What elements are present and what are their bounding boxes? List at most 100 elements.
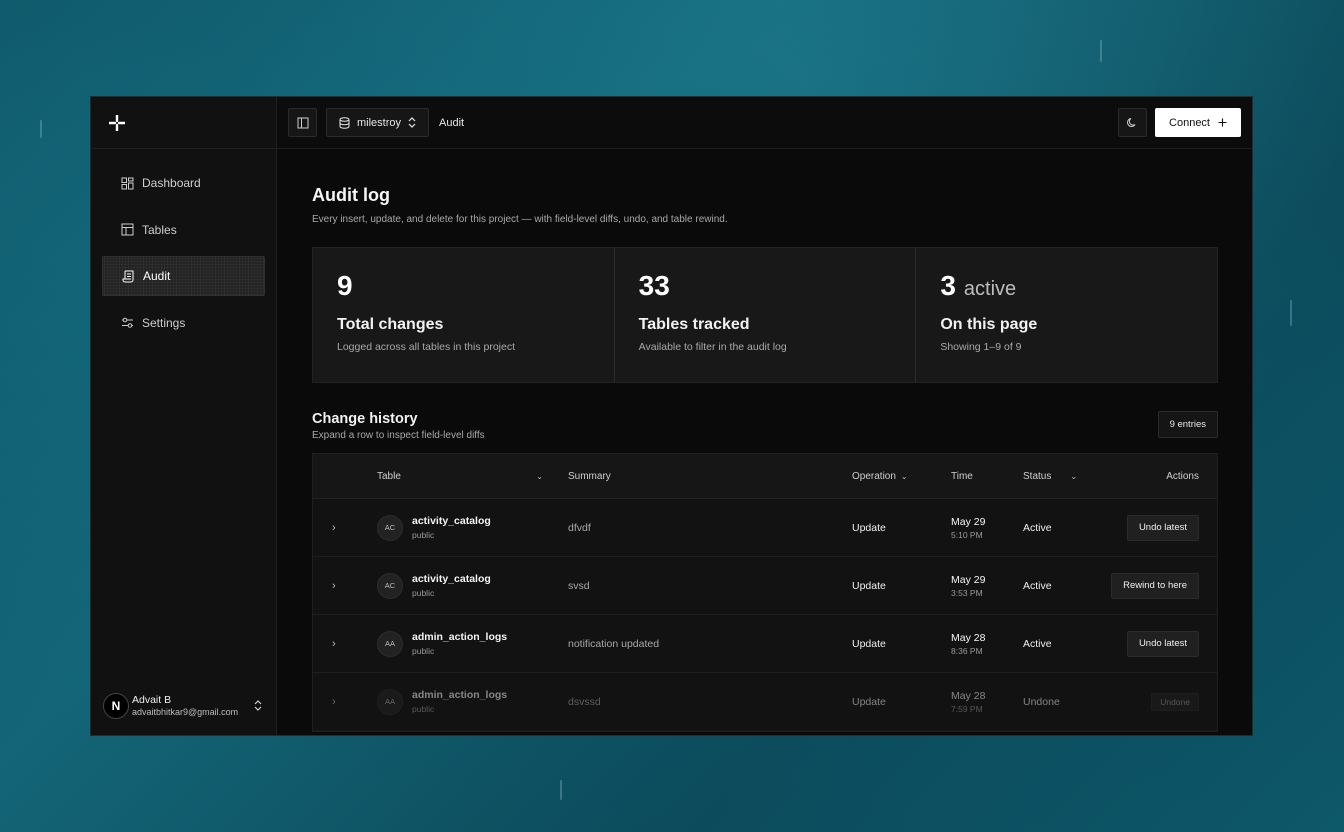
row-actions: Rewind to here — [1093, 572, 1217, 599]
stat-suffix: active — [963, 278, 1017, 300]
row-clock-time: 7:59 PM — [951, 703, 983, 714]
app-logo[interactable] — [91, 97, 276, 149]
sidebar-item-settings[interactable]: Settings — [102, 303, 265, 343]
table-name: activity_catalog — [412, 573, 491, 585]
table-schema: public — [412, 704, 435, 714]
row-summary: notification updated — [568, 637, 660, 650]
theme-toggle-button[interactable] — [1118, 108, 1148, 137]
row-summary: dsvssd — [568, 695, 601, 708]
expand-row-chevron-icon[interactable]: › — [313, 580, 377, 592]
chevron-down-icon: ⌄ — [900, 471, 908, 481]
table-row[interactable]: › AA admin_action_logs public dsvssd Upd… — [313, 673, 1217, 731]
connect-button[interactable]: Connect — [1155, 108, 1241, 137]
toggle-sidebar-button[interactable] — [288, 108, 317, 137]
expand-row-chevron-icon[interactable]: › — [313, 522, 377, 534]
page-title: Audit log — [312, 185, 390, 205]
row-table-cell: AC activity_catalog public — [377, 572, 568, 599]
table-name-block: admin_action_logs public — [412, 631, 507, 656]
stat-description: Available to filter in the audit log — [638, 341, 787, 353]
column-header-operation[interactable]: Operation ⌄ — [852, 471, 951, 482]
history-heading: Change history Expand a row to inspect f… — [312, 411, 485, 441]
database-icon — [339, 116, 350, 129]
sidebar-item-audit[interactable]: Audit — [102, 256, 265, 296]
undone-badge: Undone — [1151, 692, 1199, 711]
row-time: May 28 8:36 PM — [951, 632, 1023, 656]
user-name: Advait B — [132, 694, 172, 707]
expand-row-chevron-icon[interactable]: › — [313, 696, 377, 708]
table-abbr-avatar: AA — [377, 630, 403, 657]
row-time: May 29 3:53 PM — [951, 574, 1023, 598]
entries-count-badge: 9 entries — [1157, 411, 1218, 438]
rewind-to-here-button[interactable]: Rewind to here — [1111, 572, 1199, 599]
table-abbr-avatar: AC — [377, 514, 403, 541]
stat-value: 33 — [638, 270, 670, 301]
row-operation: Update — [852, 637, 886, 650]
undo-latest-button[interactable]: Undo latest — [1126, 514, 1199, 541]
stat-value-row: 33 — [639, 270, 892, 302]
row-clock-time: 8:36 PM — [951, 645, 983, 656]
stat-value-row: 9 — [337, 270, 590, 302]
row-table-cell: AC activity_catalog public — [377, 514, 568, 541]
stat-label: Total changes — [337, 316, 444, 333]
row-date: May 28 — [951, 689, 986, 702]
stat-description: Showing 1–9 of 9 — [940, 341, 1022, 353]
row-actions: Undo latest — [1093, 630, 1217, 657]
column-header-actions: Actions — [1166, 470, 1199, 482]
backdrop-speck — [1100, 40, 1102, 62]
row-date: May 29 — [951, 515, 986, 528]
stat-total-changes: 9 Total changes Logged across all tables… — [313, 248, 615, 382]
table-abbr-avatar: AA — [377, 688, 403, 715]
row-table-cell: AA admin_action_logs public — [377, 630, 568, 657]
sidebar-item-label: Audit — [143, 269, 171, 283]
user-menu[interactable]: N Advait B advaitbhitkar9@gmail.com — [103, 691, 266, 721]
table-name-block: admin_action_logs public — [412, 689, 507, 714]
column-label: Operation — [852, 470, 896, 482]
sidebar: Dashboard Tables Audit Settings N Advait… — [91, 97, 277, 735]
stats-panel: 9 Total changes Logged across all tables… — [312, 247, 1218, 383]
column-header-summary: Summary — [568, 470, 611, 482]
change-history-table: Table ⌄ Summary Operation ⌄ Time Status … — [312, 453, 1218, 732]
column-header-status[interactable]: Status ⌄ — [1023, 471, 1093, 482]
table-name: admin_action_logs — [412, 631, 508, 643]
sidebar-item-tables[interactable]: Tables — [102, 210, 265, 250]
table-name-block: activity_catalog public — [412, 515, 491, 540]
project-selector[interactable]: milestroy — [326, 108, 430, 137]
table-schema: public — [412, 588, 435, 598]
row-status: Active — [1023, 637, 1052, 650]
table-name: admin_action_logs — [412, 689, 508, 701]
row-time: May 29 5:10 PM — [951, 516, 1023, 540]
main-area: milestroy Audit Connect Audit log Every … — [277, 97, 1252, 735]
row-status: Active — [1023, 521, 1052, 534]
sidebar-panel-icon — [297, 117, 308, 128]
table-abbr-avatar: AC — [377, 572, 403, 599]
avatar: N — [103, 693, 129, 719]
page-content: Audit log Every insert, update, and dele… — [277, 149, 1252, 732]
project-name: milestroy — [357, 116, 402, 129]
expand-row-chevron-icon[interactable]: › — [313, 638, 377, 650]
row-actions: Undo latest — [1093, 514, 1217, 541]
table-name: activity_catalog — [412, 515, 491, 527]
user-info: Advait B advaitbhitkar9@gmail.com — [132, 694, 254, 717]
backdrop-speck — [560, 780, 562, 800]
row-summary: svsd — [568, 579, 590, 592]
sidebar-item-dashboard[interactable]: Dashboard — [102, 163, 265, 203]
table-row[interactable]: › AA admin_action_logs public notificati… — [313, 615, 1217, 673]
table-schema: public — [412, 646, 435, 656]
sparkle-logo-icon — [109, 114, 125, 131]
stat-on-this-page: 3 active On this page Showing 1–9 of 9 — [916, 248, 1217, 382]
row-summary: dfvdf — [568, 521, 591, 534]
table-row[interactable]: › AC activity_catalog public dfvdf Updat… — [313, 499, 1217, 557]
table-name-block: activity_catalog public — [412, 573, 491, 598]
row-table-cell: AA admin_action_logs public — [377, 688, 568, 715]
row-actions: Undone — [1093, 692, 1217, 711]
row-time: May 28 7:59 PM — [951, 690, 1023, 714]
chevron-up-down-icon — [254, 699, 266, 713]
undo-latest-button[interactable]: Undo latest — [1126, 630, 1199, 657]
backdrop-speck — [1290, 300, 1292, 326]
table-row[interactable]: › AC activity_catalog public svsd Update… — [313, 557, 1217, 615]
column-header-table[interactable]: Table ⌄ — [377, 471, 568, 482]
column-header-time: Time — [951, 470, 973, 482]
chevron-down-icon: ⌄ — [536, 471, 543, 481]
sidebar-item-label: Settings — [142, 315, 186, 330]
connect-label: Connect — [1169, 116, 1210, 129]
